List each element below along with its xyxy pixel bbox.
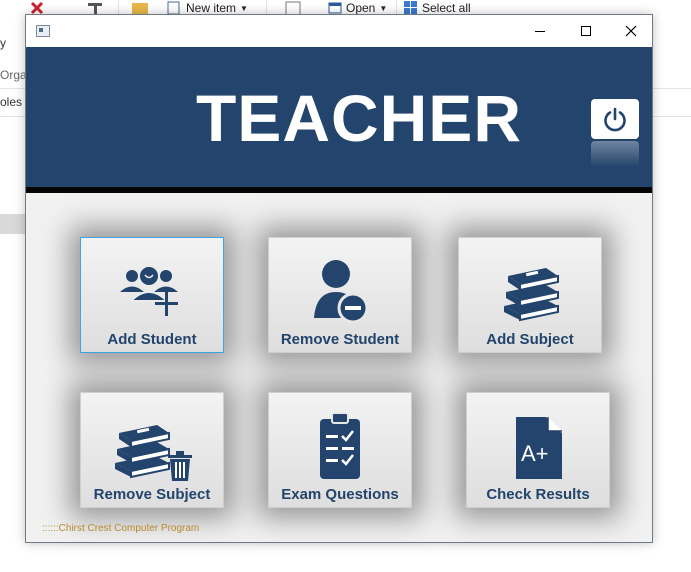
check-results-icon: A+ [467,409,609,491]
add-student-button[interactable]: Add Student [80,237,224,353]
new-item-icon [167,1,180,15]
select-all-icon [404,1,417,14]
remove-student-button[interactable]: Remove Student [268,237,412,353]
add-subject-button[interactable]: Add Subject [458,237,602,353]
check-results-button[interactable]: A+ Check Results [466,392,610,508]
ribbon-separator [266,0,267,14]
svg-text:A+: A+ [521,441,549,466]
new-item-label: New item [186,1,237,15]
exam-questions-button[interactable]: Exam Questions [268,392,412,508]
open-label: Open [346,1,376,15]
background-label: Orga [0,68,27,82]
header-divider [26,187,652,193]
open-icon [328,2,342,14]
maximize-button[interactable] [563,15,609,47]
logout-button[interactable] [591,99,639,139]
close-icon [625,25,637,37]
chevron-down-icon: ▼ [379,3,388,13]
remove-student-icon [269,254,411,336]
footer-credit: ::::::Chirst Crest Computer Program [42,523,200,534]
power-button-reflection [591,141,639,167]
chevron-down-icon: ▼ [240,3,248,13]
background-label: y [0,36,6,50]
background-label: oles [0,95,23,109]
tile-label: Add Student [107,331,197,348]
power-icon [604,107,626,132]
tile-label: Remove Subject [93,486,211,503]
background-selection [0,214,25,234]
remove-subject-button[interactable]: Remove Subject [80,392,224,508]
app-icon [36,25,50,37]
tile-label: Exam Questions [281,486,399,503]
tile-label: Remove Student [280,331,400,348]
title-bar [26,15,652,47]
select-all-label: Select all [422,1,471,15]
close-button[interactable] [608,15,654,47]
minimize-button[interactable] [517,15,563,47]
tile-label: Add Subject [486,331,574,348]
page-title: TEACHER [195,81,522,155]
ribbon-separator [118,0,119,14]
add-student-icon [81,254,223,336]
add-subject-icon [459,254,601,336]
remove-subject-icon [81,409,223,491]
ribbon-separator [396,0,397,14]
exam-questions-icon [269,409,411,491]
tile-label: Check Results [486,486,590,503]
teacher-window: TEACHER Add Student Remove Student Add S… [25,14,653,543]
maximize-icon [581,26,591,36]
minimize-icon [535,31,545,32]
